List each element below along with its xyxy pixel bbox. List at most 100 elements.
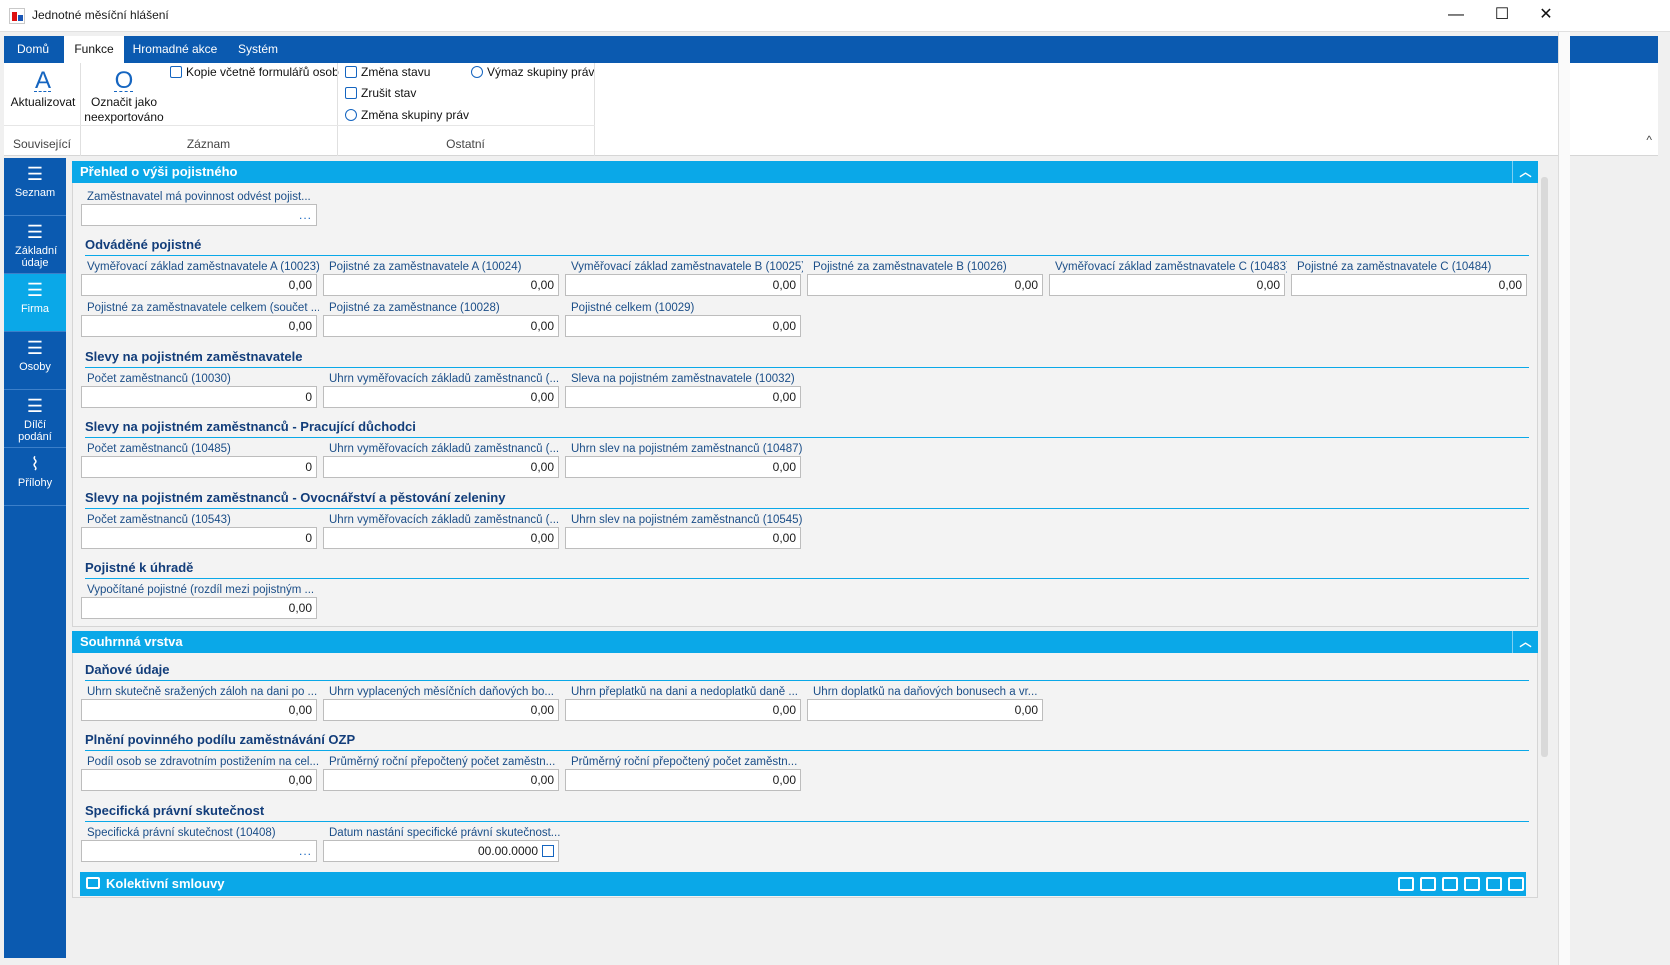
legal-fact-selector[interactable]: ... <box>81 840 317 862</box>
tab-funkce[interactable]: Funkce <box>64 36 124 63</box>
value-field[interactable]: 0,00 <box>1049 274 1285 296</box>
subsection-title: Slevy na pojistném zaměstnanců - Ovocnář… <box>85 489 1529 509</box>
change-state-button[interactable]: Změna stavu <box>345 63 430 81</box>
value-field[interactable]: 0 <box>81 386 317 408</box>
remove-rights-group-button[interactable]: Výmaz skupiny práv <box>471 63 594 81</box>
field-label: Zaměstnavatel má povinnost odvést pojist… <box>87 191 311 203</box>
report-icon[interactable] <box>1486 877 1502 891</box>
value-field[interactable]: 0,00 <box>1291 274 1527 296</box>
subsection-title: Slevy na pojistném zaměstnanců - Pracují… <box>85 418 1529 438</box>
subsection-title: Daňové údaje <box>85 661 1529 681</box>
section-title: Souhrnná vrstva <box>80 634 183 649</box>
change-rights-group-button[interactable]: Změna skupiny práv <box>345 106 469 124</box>
subsection-title: Plnění povinného podílu zaměstnávání OZP <box>85 731 1529 751</box>
value-field[interactable]: 0,00 <box>565 527 801 549</box>
sidebar-label: Firma <box>20 303 50 315</box>
value-field[interactable]: 0,00 <box>323 527 559 549</box>
field-label: Průměrný roční přepočtený počet zaměstn.… <box>329 756 556 768</box>
copy-with-forms-button[interactable]: Kopie včetně formulářů osob <box>170 63 339 81</box>
ribbon-panel: A Aktualizovat O Označit jako neexportov… <box>4 63 1658 156</box>
value-field[interactable]: 0,00 <box>323 456 559 478</box>
sidebar-item-prilohy[interactable]: ⌇ Přílohy <box>4 448 66 506</box>
tab-domu[interactable]: Domů <box>4 36 62 63</box>
cancel-state-icon <box>345 87 357 99</box>
group-label-souvisejici: Související <box>12 137 72 151</box>
value-field[interactable]: 0,00 <box>323 769 559 791</box>
field-label: Vyměřovací základ zaměstnavatele B (1002… <box>571 261 803 273</box>
sidebar-item-seznam[interactable]: ☰ Seznam <box>4 158 66 216</box>
close-button[interactable]: ✕ <box>1523 0 1569 32</box>
copy-with-forms-label: Kopie včetně formulářů osob <box>186 65 339 79</box>
value-field[interactable]: 0,00 <box>565 274 801 296</box>
collapse-icon[interactable]: ︿ <box>1512 161 1538 183</box>
ribbon-tabs: Domů Funkce Hromadné akce Systém <box>4 36 1658 63</box>
field-label: Počet zaměstnanců (10543) <box>87 514 231 526</box>
field-label: Úhrn slev na pojistném zaměstnanců (1054… <box>571 514 803 526</box>
value-field[interactable]: 0,00 <box>565 699 801 721</box>
paperclip-icon: ⌇ <box>30 454 40 474</box>
collapse-icon[interactable]: ︿ <box>1512 631 1538 653</box>
print-icon[interactable] <box>1398 877 1414 891</box>
value-field[interactable]: 0,00 <box>81 699 317 721</box>
state-icon <box>345 66 357 78</box>
change-state-label: Změna stavu <box>361 65 431 79</box>
cancel-state-button[interactable]: Zrušit stav <box>345 84 416 102</box>
refresh-label: Aktualizovat <box>10 95 76 109</box>
field-label: Úhrn vyměřovacích základů zaměstnanců (.… <box>329 443 560 455</box>
value-field[interactable]: 0,00 <box>81 274 317 296</box>
field-label: Pojistné za zaměstnavatele A (10024) <box>329 261 522 273</box>
calendar-icon[interactable] <box>542 845 554 857</box>
value-field[interactable]: 0,00 <box>807 274 1043 296</box>
value-field[interactable]: 0,00 <box>323 386 559 408</box>
minimize-button[interactable]: — <box>1433 0 1479 32</box>
value-field[interactable]: 0,00 <box>323 274 559 296</box>
sidebar-label: Osoby <box>19 361 51 373</box>
value-field[interactable]: 0,00 <box>323 699 559 721</box>
value-field[interactable]: 0,00 <box>81 597 317 619</box>
network-icon[interactable] <box>1442 877 1458 891</box>
tab-system[interactable]: Systém <box>228 36 288 63</box>
sidebar-item-osoby[interactable]: ☰ Osoby <box>4 332 66 390</box>
section-panel-souhrnna: Daňové údaje Úhrn skutečně sražených zál… <box>72 653 1538 898</box>
value-field[interactable]: 0,00 <box>323 315 559 337</box>
refresh-button[interactable]: A Aktualizovat <box>8 67 78 110</box>
bottom-bar-title: Kolektivní smlouvy <box>106 876 225 891</box>
value-field[interactable]: 0,00 <box>565 315 801 337</box>
tab-hromadne-akce[interactable]: Hromadné akce <box>126 36 224 63</box>
list-icon: ☰ <box>26 396 44 416</box>
sidebar-item-firma[interactable]: ☰ Firma <box>4 274 66 332</box>
field-label: Počet zaměstnanců (10485) <box>87 443 231 455</box>
menu-icon[interactable] <box>1508 877 1524 891</box>
subsection-title: Odváděné pojistné <box>85 236 1529 256</box>
value-field[interactable]: 0,00 <box>81 769 317 791</box>
section-header-prehled[interactable]: Přehled o výši pojistného ︿ <box>72 161 1538 183</box>
columns-icon[interactable] <box>1464 877 1480 891</box>
section-header-souhrnna[interactable]: Souhrnná vrstva ︿ <box>72 631 1538 653</box>
employer-obligation-field[interactable]: ... <box>81 204 317 226</box>
value-field[interactable]: 0,00 <box>565 456 801 478</box>
value-field[interactable]: 0,00 <box>565 386 801 408</box>
date-value: 00.00.0000 <box>477 844 538 858</box>
value-field[interactable]: 0,00 <box>565 769 801 791</box>
book-icon <box>86 877 100 889</box>
value-field[interactable]: 0,00 <box>807 699 1043 721</box>
field-label: Úhrn skutečně sražených záloh na dani po… <box>87 686 318 698</box>
value-field[interactable]: 0 <box>81 527 317 549</box>
value-field[interactable]: 0 <box>81 456 317 478</box>
mark-unexported-button[interactable]: O Označit jako neexportováno <box>84 67 164 125</box>
chart-icon[interactable] <box>1420 877 1436 891</box>
field-label: Úhrn vyplacených měsíčních daňových bo..… <box>329 686 555 698</box>
field-label: Pojistné za zaměstnance (10028) <box>329 302 500 314</box>
sidebar-label: Dílčí podání <box>18 419 52 443</box>
field-label: Průměrný roční přepočtený počet zaměstn.… <box>571 756 798 768</box>
ribbon-collapse-button[interactable]: ^ <box>1646 133 1652 147</box>
sidebar-item-dilci-podani[interactable]: ☰ Dílčí podání <box>4 390 66 448</box>
date-field[interactable]: 00.00.0000 <box>323 840 559 862</box>
field-label: Úhrn vyměřovacích základů zaměstnanců (.… <box>329 373 560 385</box>
field-label: Datum nastání specifické právní skutečno… <box>329 827 561 839</box>
sidebar-item-zakladni-udaje[interactable]: ☰ Základní údaje <box>4 216 66 274</box>
maximize-button[interactable]: ☐ <box>1479 0 1525 32</box>
collective-agreements-bar[interactable]: Kolektivní smlouvy <box>80 872 1526 896</box>
value-field[interactable]: 0,00 <box>81 315 317 337</box>
vertical-scrollbar[interactable] <box>1541 177 1548 757</box>
